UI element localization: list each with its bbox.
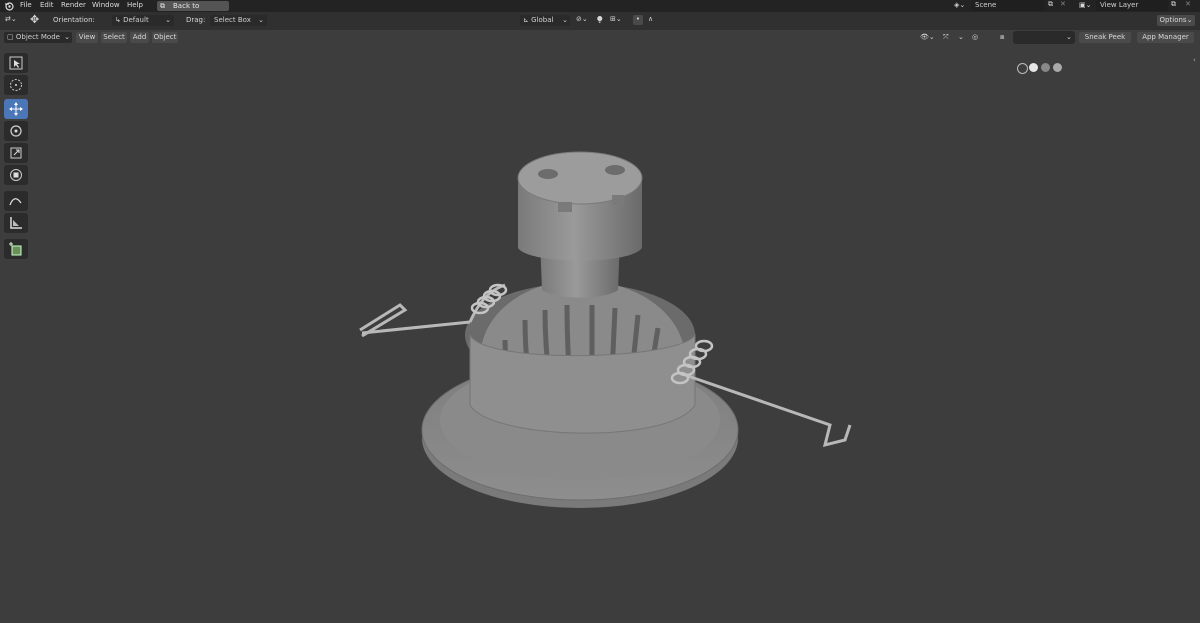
chevron-down-icon: ⌄ (258, 16, 264, 24)
view-layer-name: View Layer (1100, 1, 1139, 9)
transform-tool[interactable] (4, 165, 28, 185)
options-label: Options (1159, 16, 1187, 24)
menu-view[interactable]: View (76, 32, 98, 43)
drag-dropdown[interactable]: Select Box ⌄ (210, 15, 267, 26)
snap-target-icon[interactable]: ⊞⌄ (610, 15, 622, 23)
delete-scene-icon[interactable]: ✕ (1060, 0, 1066, 8)
orientation-icon: ↳ (115, 16, 121, 24)
transform-orientation-value: Global (531, 16, 554, 24)
scale-tool[interactable] (4, 143, 28, 163)
move-tool-icon: ✥ (30, 13, 40, 26)
measure-tool[interactable] (4, 213, 28, 233)
wireframe-shading-icon[interactable] (1017, 63, 1028, 74)
view-layer-icon: ▣⌄ (1079, 1, 1092, 9)
sneak-peek-button[interactable]: Sneak Peek (1079, 32, 1131, 43)
options-dropdown[interactable]: Options⌄ (1157, 15, 1195, 26)
move-icon (9, 102, 23, 116)
cursor-icon (10, 79, 22, 91)
view-layer-selector[interactable]: ▣⌄ View Layer ⧉ ✕ (1076, 0, 1200, 12)
mode-value: Object Mode (15, 33, 60, 41)
menu-select[interactable]: Select (101, 32, 127, 43)
visibility-icon[interactable]: 👁⌄ (920, 33, 935, 41)
scene-name: Scene (975, 1, 997, 9)
editor-type-icon[interactable]: ⇄⌄ (5, 15, 17, 23)
menu-help[interactable]: Help (127, 1, 143, 10)
toggle-xray-icon[interactable]: ⧈ (1000, 33, 1004, 42)
back-to-previous-button[interactable]: ⧉ Back to Previous (157, 1, 229, 20)
select-box-tool[interactable] (4, 53, 28, 73)
viewport-model[interactable] (330, 140, 870, 520)
app-manager-button[interactable]: App Manager (1137, 32, 1194, 43)
transform-icon (10, 169, 22, 181)
transform-orientation-icon: ⊾ (523, 16, 529, 24)
orientation-dropdown[interactable]: ↳ Default ⌄ (112, 15, 174, 26)
menu-window[interactable]: Window (92, 1, 120, 10)
blender-logo-icon[interactable] (4, 1, 14, 11)
sidebar-toggle-icon[interactable]: ‹ (1193, 56, 1196, 64)
scene-icon: ◈⌄ (954, 1, 966, 9)
chevron-down-icon: ⌄ (165, 16, 171, 24)
measure-icon (10, 217, 22, 229)
gizmo-icon[interactable]: ⤧ (943, 33, 949, 42)
chevron-down-icon: ⌄ (64, 33, 70, 41)
material-shading-icon[interactable] (1041, 63, 1050, 72)
rotate-icon (10, 125, 22, 137)
view-layer-name-field[interactable]: View Layer (1096, 0, 1168, 11)
falloff-icon[interactable]: ∧ (648, 15, 653, 23)
scene-selector[interactable]: ◈⌄ Scene ⧉ ✕ (951, 0, 1072, 12)
drag-label: Drag: (186, 16, 206, 24)
annotate-icon (9, 198, 22, 206)
pivot-point-icon[interactable]: ⊘⌄ (576, 15, 588, 23)
chevron-down-icon[interactable]: ⌄ (1066, 33, 1072, 41)
drag-value: Select Box (214, 16, 251, 24)
menu-edit[interactable]: Edit (40, 1, 54, 10)
delete-view-layer-icon[interactable]: ✕ (1185, 0, 1191, 8)
viewport-header: ▢ Object Mode ⌄ View Select Add Object 👁… (0, 30, 1200, 74)
new-scene-icon[interactable]: ⧉ (1048, 0, 1053, 9)
scale-icon (10, 147, 22, 159)
add-cube-tool[interactable] (4, 239, 28, 259)
select-box-icon (9, 56, 23, 70)
chevron-down-icon: ⌄ (562, 16, 568, 24)
orientation-value: Default (123, 16, 149, 24)
menu-add[interactable]: Add (130, 32, 149, 43)
overlays-icon[interactable]: ⌄ (958, 33, 964, 41)
orientation-label: Orientation: (53, 16, 95, 24)
transform-orientation-dropdown[interactable]: ⊾ Global ⌄ (520, 15, 570, 26)
back-icon: ⧉ (160, 2, 165, 10)
object-mode-icon: ▢ (7, 33, 14, 41)
proportional-editing-icon[interactable]: • (633, 15, 643, 25)
tool-header: ⇄⌄ ✥ Orientation: ↳ Default ⌄ Drag: Sele… (0, 12, 1200, 30)
new-view-layer-icon[interactable]: ⧉ (1171, 0, 1176, 9)
move-tool[interactable] (4, 99, 28, 119)
annotate-tool[interactable] (4, 191, 28, 211)
add-cube-icon (9, 242, 22, 256)
top-menu-bar: File Edit Render Window Help ⧉ Back to P… (0, 0, 1200, 20)
scene-name-field[interactable]: Scene (971, 0, 1045, 11)
menu-render[interactable]: Render (61, 1, 86, 10)
solid-shading-icon[interactable] (1029, 63, 1038, 72)
cursor-tool[interactable] (4, 75, 28, 95)
menu-file[interactable]: File (20, 1, 32, 10)
xray-icon[interactable]: ◎ (972, 33, 978, 41)
mode-dropdown[interactable]: ▢ Object Mode ⌄ (4, 32, 72, 43)
rotate-tool[interactable] (4, 121, 28, 141)
downlight-model (359, 151, 852, 508)
snap-icon[interactable]: ⧭ (597, 15, 603, 24)
menu-object[interactable]: Object (152, 32, 178, 43)
rendered-shading-icon[interactable] (1053, 63, 1062, 72)
